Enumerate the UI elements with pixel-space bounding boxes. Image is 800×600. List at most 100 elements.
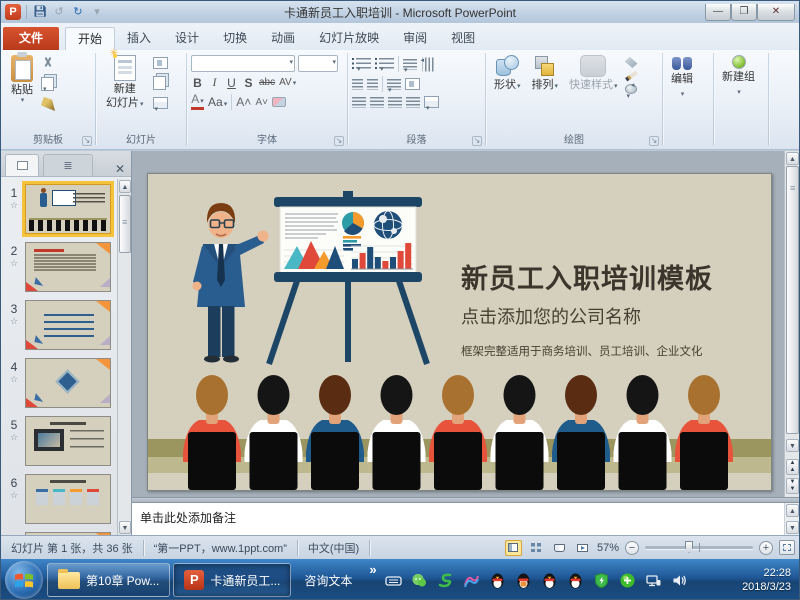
layout-icon[interactable]	[153, 57, 168, 69]
close-button[interactable]: ✕	[757, 4, 795, 21]
tab-transitions[interactable]: 切换	[211, 27, 259, 50]
slide-description[interactable]: 框架完整适用于商务培训、员工培训、企业文化	[461, 343, 713, 359]
change-case-button[interactable]: Aa	[208, 95, 227, 109]
tab-file[interactable]: 文件	[3, 27, 59, 50]
scroll-up-icon[interactable]: ▲	[119, 180, 131, 193]
scroll-up-icon[interactable]: ▲	[786, 504, 799, 517]
notes-scrollbar[interactable]: ▲ ▼	[784, 503, 799, 535]
qq-briefcase-icon[interactable]	[515, 572, 532, 589]
undo-icon[interactable]: ↺	[51, 4, 67, 20]
green-sphere-icon[interactable]	[619, 572, 636, 589]
columns-icon[interactable]	[387, 79, 401, 90]
scroll-down-icon[interactable]: ▼	[786, 521, 799, 534]
increase-indent-icon[interactable]	[367, 79, 378, 90]
slide-thumbnail-6[interactable]: 6☆	[3, 474, 117, 524]
line-spacing-icon[interactable]	[403, 59, 417, 70]
notes-pane[interactable]: 单击此处添加备注 ▲ ▼	[132, 502, 799, 535]
slide-title[interactable]: 新员工入职培训模板	[461, 257, 713, 296]
zoom-in-button[interactable]: +	[759, 541, 773, 555]
slide-canvas[interactable]: 新员工入职培训模板 点击添加您的公司名称 框架完整适用于商务培训、员工培训、企业…	[147, 173, 772, 491]
tab-slideshow[interactable]: 幻灯片放映	[307, 27, 391, 50]
rainbow-icon[interactable]	[463, 572, 480, 589]
zoom-slider[interactable]	[645, 546, 753, 549]
slide-thumbnail-5[interactable]: 5☆	[3, 416, 117, 466]
editing-button[interactable]: 编辑	[667, 53, 697, 103]
section-icon[interactable]	[153, 97, 168, 109]
pane-scrollbar[interactable]: ▲ ▼	[117, 179, 131, 535]
copy-icon[interactable]	[41, 77, 54, 91]
volume-icon[interactable]	[671, 572, 688, 589]
notes-placeholder[interactable]: 单击此处添加备注	[132, 503, 799, 532]
font-color-button[interactable]: A	[191, 94, 204, 110]
taskbar-item-text[interactable]: 咨询文本	[294, 563, 362, 597]
justify-icon[interactable]	[406, 97, 420, 108]
tab-review[interactable]: 审阅	[391, 27, 439, 50]
powerpoint-logo-icon[interactable]: P	[5, 4, 21, 20]
restore-button[interactable]: ❐	[731, 4, 757, 21]
font-size-combo[interactable]: ▾	[298, 55, 338, 72]
previous-slide-button[interactable]: ▲▲	[786, 459, 799, 475]
taskbar-item-folder[interactable]: 第10章 Pow...	[47, 563, 170, 597]
quick-styles-button[interactable]: 快速样式	[565, 53, 622, 95]
grow-font-button[interactable]: A˄	[236, 95, 251, 109]
align-text-icon[interactable]	[405, 78, 420, 90]
new-group-button[interactable]: 新建组	[718, 53, 759, 101]
shrink-font-button[interactable]: A˅	[255, 97, 268, 108]
slideshow-button[interactable]	[574, 540, 591, 556]
slide-sorter-button[interactable]	[528, 540, 545, 556]
underline-button[interactable]: U	[225, 76, 238, 90]
sogou-icon[interactable]	[437, 572, 454, 589]
decrease-indent-icon[interactable]	[352, 79, 363, 90]
shape-fill-icon[interactable]	[625, 57, 638, 68]
qq-icon[interactable]	[489, 572, 506, 589]
clear-formatting-icon[interactable]	[272, 97, 286, 107]
fit-to-window-button[interactable]	[779, 540, 795, 555]
scroll-up-icon[interactable]: ▲	[786, 152, 799, 165]
tab-animations[interactable]: 动画	[259, 27, 307, 50]
qq-icon[interactable]	[567, 572, 584, 589]
shield-icon[interactable]	[593, 572, 610, 589]
paste-button[interactable]: 粘贴	[7, 53, 37, 111]
title-bar[interactable]: 卡通新员工入职培训 - Microsoft PowerPoint P 💾︎ ↺ …	[1, 1, 799, 23]
align-center-icon[interactable]	[370, 97, 384, 108]
tab-home[interactable]: 开始	[65, 27, 115, 50]
align-right-icon[interactable]	[388, 97, 402, 108]
font-name-combo[interactable]: ▾	[191, 55, 295, 72]
minimize-button[interactable]: —	[705, 4, 731, 21]
slide-thumbnail-3[interactable]: 3☆	[3, 300, 117, 350]
wechat-icon[interactable]	[411, 572, 428, 589]
reset-slide-icon[interactable]	[153, 76, 166, 90]
new-slide-button[interactable]: 新建 幻灯片	[102, 53, 148, 113]
scroll-down-icon[interactable]: ▼	[786, 439, 799, 452]
qat-customize-icon[interactable]: ▾	[89, 4, 105, 20]
taskbar-item-powerpoint[interactable]: P 卡通新员工...	[173, 563, 291, 597]
convert-smartart-icon[interactable]	[424, 96, 439, 108]
font-dialog-launcher[interactable]: ↘	[334, 136, 344, 146]
bullets-icon[interactable]	[356, 58, 371, 70]
tab-outline[interactable]: ≣	[43, 154, 93, 176]
slide-thumbnail-2[interactable]: 2☆	[3, 242, 117, 292]
format-painter-icon[interactable]	[41, 97, 55, 111]
network-icon[interactable]	[645, 572, 662, 589]
numbering-icon[interactable]	[379, 58, 394, 70]
shapes-button[interactable]: 形状	[490, 53, 525, 95]
paragraph-dialog-launcher[interactable]: ↘	[472, 136, 482, 146]
taskbar-clock[interactable]: 22:28 2018/3/23	[736, 566, 799, 594]
arrange-button[interactable]: 排列	[528, 53, 563, 95]
start-button[interactable]	[5, 561, 43, 599]
scroll-down-icon[interactable]: ▼	[119, 521, 131, 534]
tab-view[interactable]: 视图	[439, 27, 487, 50]
zoom-out-button[interactable]: −	[625, 541, 639, 555]
qq-icon[interactable]	[541, 572, 558, 589]
reading-view-button[interactable]	[551, 540, 568, 556]
bold-button[interactable]: B	[191, 76, 204, 90]
normal-view-button[interactable]	[505, 540, 522, 556]
shape-outline-icon[interactable]	[625, 71, 638, 82]
italic-button[interactable]: I	[208, 75, 221, 90]
keyboard-icon[interactable]	[385, 572, 402, 589]
redo-icon[interactable]: ↻	[70, 4, 86, 20]
save-icon[interactable]: 💾︎	[32, 4, 48, 20]
cut-icon[interactable]	[41, 57, 55, 71]
pane-scroll-thumb[interactable]	[119, 195, 131, 253]
clipboard-dialog-launcher[interactable]: ↘	[82, 136, 92, 146]
